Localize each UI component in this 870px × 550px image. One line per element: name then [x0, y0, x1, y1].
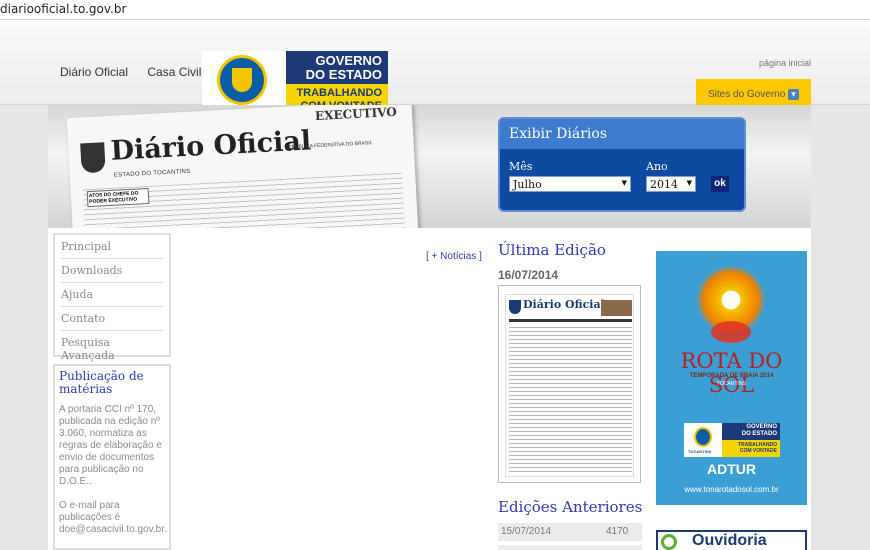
menu-item-principal[interactable]: Principal: [61, 235, 163, 259]
thumb-text-lines: [509, 327, 632, 474]
mes-value: Julho: [513, 178, 542, 191]
logo-line1: GOVERNO: [315, 53, 382, 68]
select-arrow-icon: ▼: [686, 179, 692, 187]
menu-item-ajuda[interactable]: Ajuda: [61, 283, 163, 307]
rota-do-sol-ad[interactable]: ROTA DO SOL TEMPORADA DE PRAIA 2014 TOCA…: [656, 251, 807, 505]
thumb-photo: [601, 300, 632, 316]
mes-select[interactable]: Julho ▼: [509, 176, 631, 192]
edicao-number: 4170: [606, 526, 629, 537]
publicacao-text: A portaria CCI nº 170, publicada na ediç…: [59, 404, 162, 487]
nav-diario-oficial[interactable]: Diário Oficial: [60, 65, 128, 79]
ultima-edicao-date: 16/07/2014: [498, 268, 559, 282]
ok-button[interactable]: ok: [711, 176, 729, 192]
publicacao-title-2: matérias: [59, 382, 113, 396]
edicoes-anteriores-title: Edições Anteriores: [498, 498, 643, 516]
newspaper-image: Diário Oficial EXECUTIVO ESTADO DO TOCAN…: [66, 105, 419, 228]
ad-org: ADTUR: [707, 461, 756, 477]
ano-value: 2014: [650, 178, 678, 191]
ouvidoria-icon: [661, 534, 677, 550]
mes-label: Mês: [509, 160, 533, 173]
ouvidoria-banner[interactable]: Ouvidoria: [656, 530, 807, 550]
logo-tagline1: TRABALHANDO: [296, 87, 382, 99]
edicao-row[interactable]: 15/07/2014 4170: [498, 523, 642, 541]
publicacao-box: Publicação de matérias A portaria CCI nº…: [53, 364, 171, 550]
ad-region: TOCANTINS: [717, 381, 746, 387]
banner: Diário Oficial EXECUTIVO ESTADO DO TOCAN…: [48, 105, 811, 228]
newspaper-seal-icon: [80, 142, 106, 174]
thumb-title: Diário Oficial: [523, 298, 605, 311]
exibir-title: Exibir Diários: [500, 119, 744, 149]
top-nav: Diário Oficial Casa Civil: [60, 65, 217, 79]
publicacao-email-text: O e-mail para publicações é doe@casacivi…: [59, 500, 167, 535]
dropdown-arrow-icon: ▾: [788, 89, 799, 100]
newspaper-title: Diário Oficial: [109, 125, 312, 167]
browser-address-bar[interactable]: diariooficial.to.gov.br: [0, 0, 870, 20]
mais-noticias-link[interactable]: [ + Notícias ]: [426, 251, 482, 262]
ano-label: Ano: [646, 160, 668, 173]
edicao-row[interactable]: [498, 545, 642, 550]
address-url[interactable]: diariooficial.to.gov.br: [0, 2, 126, 16]
newspaper-section: EXECUTIVO: [314, 105, 398, 124]
menu-item-pesquisa-avancada[interactable]: Pesquisa Avançada: [61, 331, 163, 362]
newspaper-sub: ESTADO DO TOCANTINS: [113, 168, 191, 179]
site-header: Diário Oficial Casa Civil TOCANTINS GOVE…: [0, 20, 870, 116]
logo-line2: DO ESTADO: [305, 67, 382, 82]
ultima-edicao-title: Última Edição: [498, 241, 606, 259]
thumb-rule: [509, 319, 632, 322]
ad-subtitle: TEMPORADA DE PRAIA 2014: [689, 373, 774, 379]
select-arrow-icon: ▼: [621, 179, 627, 187]
ad-url: www.tonarotadosol.com.br: [684, 485, 779, 494]
tocantins-seal-icon: [217, 55, 267, 105]
tocantins-seal-icon: [694, 427, 712, 447]
ultima-edicao-thumbnail[interactable]: Diário Oficial: [498, 285, 641, 483]
thumb-seal-icon: [509, 300, 521, 314]
ano-select[interactable]: 2014 ▼: [646, 176, 696, 192]
menu-item-contato[interactable]: Contato: [61, 307, 163, 331]
exibir-diarios-panel: Exibir Diários Mês Julho ▼ Ano 2014 ▼ ok: [498, 117, 746, 212]
ouvidoria-label: Ouvidoria: [692, 532, 767, 549]
edicao-date: 15/07/2014: [501, 526, 552, 537]
pagina-inicial-link[interactable]: página inicial: [759, 58, 811, 68]
left-menu: Principal Downloads Ajuda Contato Pesqui…: [53, 233, 171, 362]
menu-item-downloads[interactable]: Downloads: [61, 259, 163, 283]
nav-casa-civil[interactable]: Casa Civil: [147, 65, 201, 79]
sites-governo-label: Sites do Governo: [708, 89, 786, 100]
ad-governo-logo: TOCANTINS GOVERNO DO ESTADO TRABALHANDO …: [684, 423, 780, 457]
newspaper-box: ATOS DO CHEFE DO PODER EXECUTIVO: [86, 187, 150, 208]
content-area: Diário Oficial EXECUTIVO ESTADO DO TOCAN…: [48, 105, 811, 550]
